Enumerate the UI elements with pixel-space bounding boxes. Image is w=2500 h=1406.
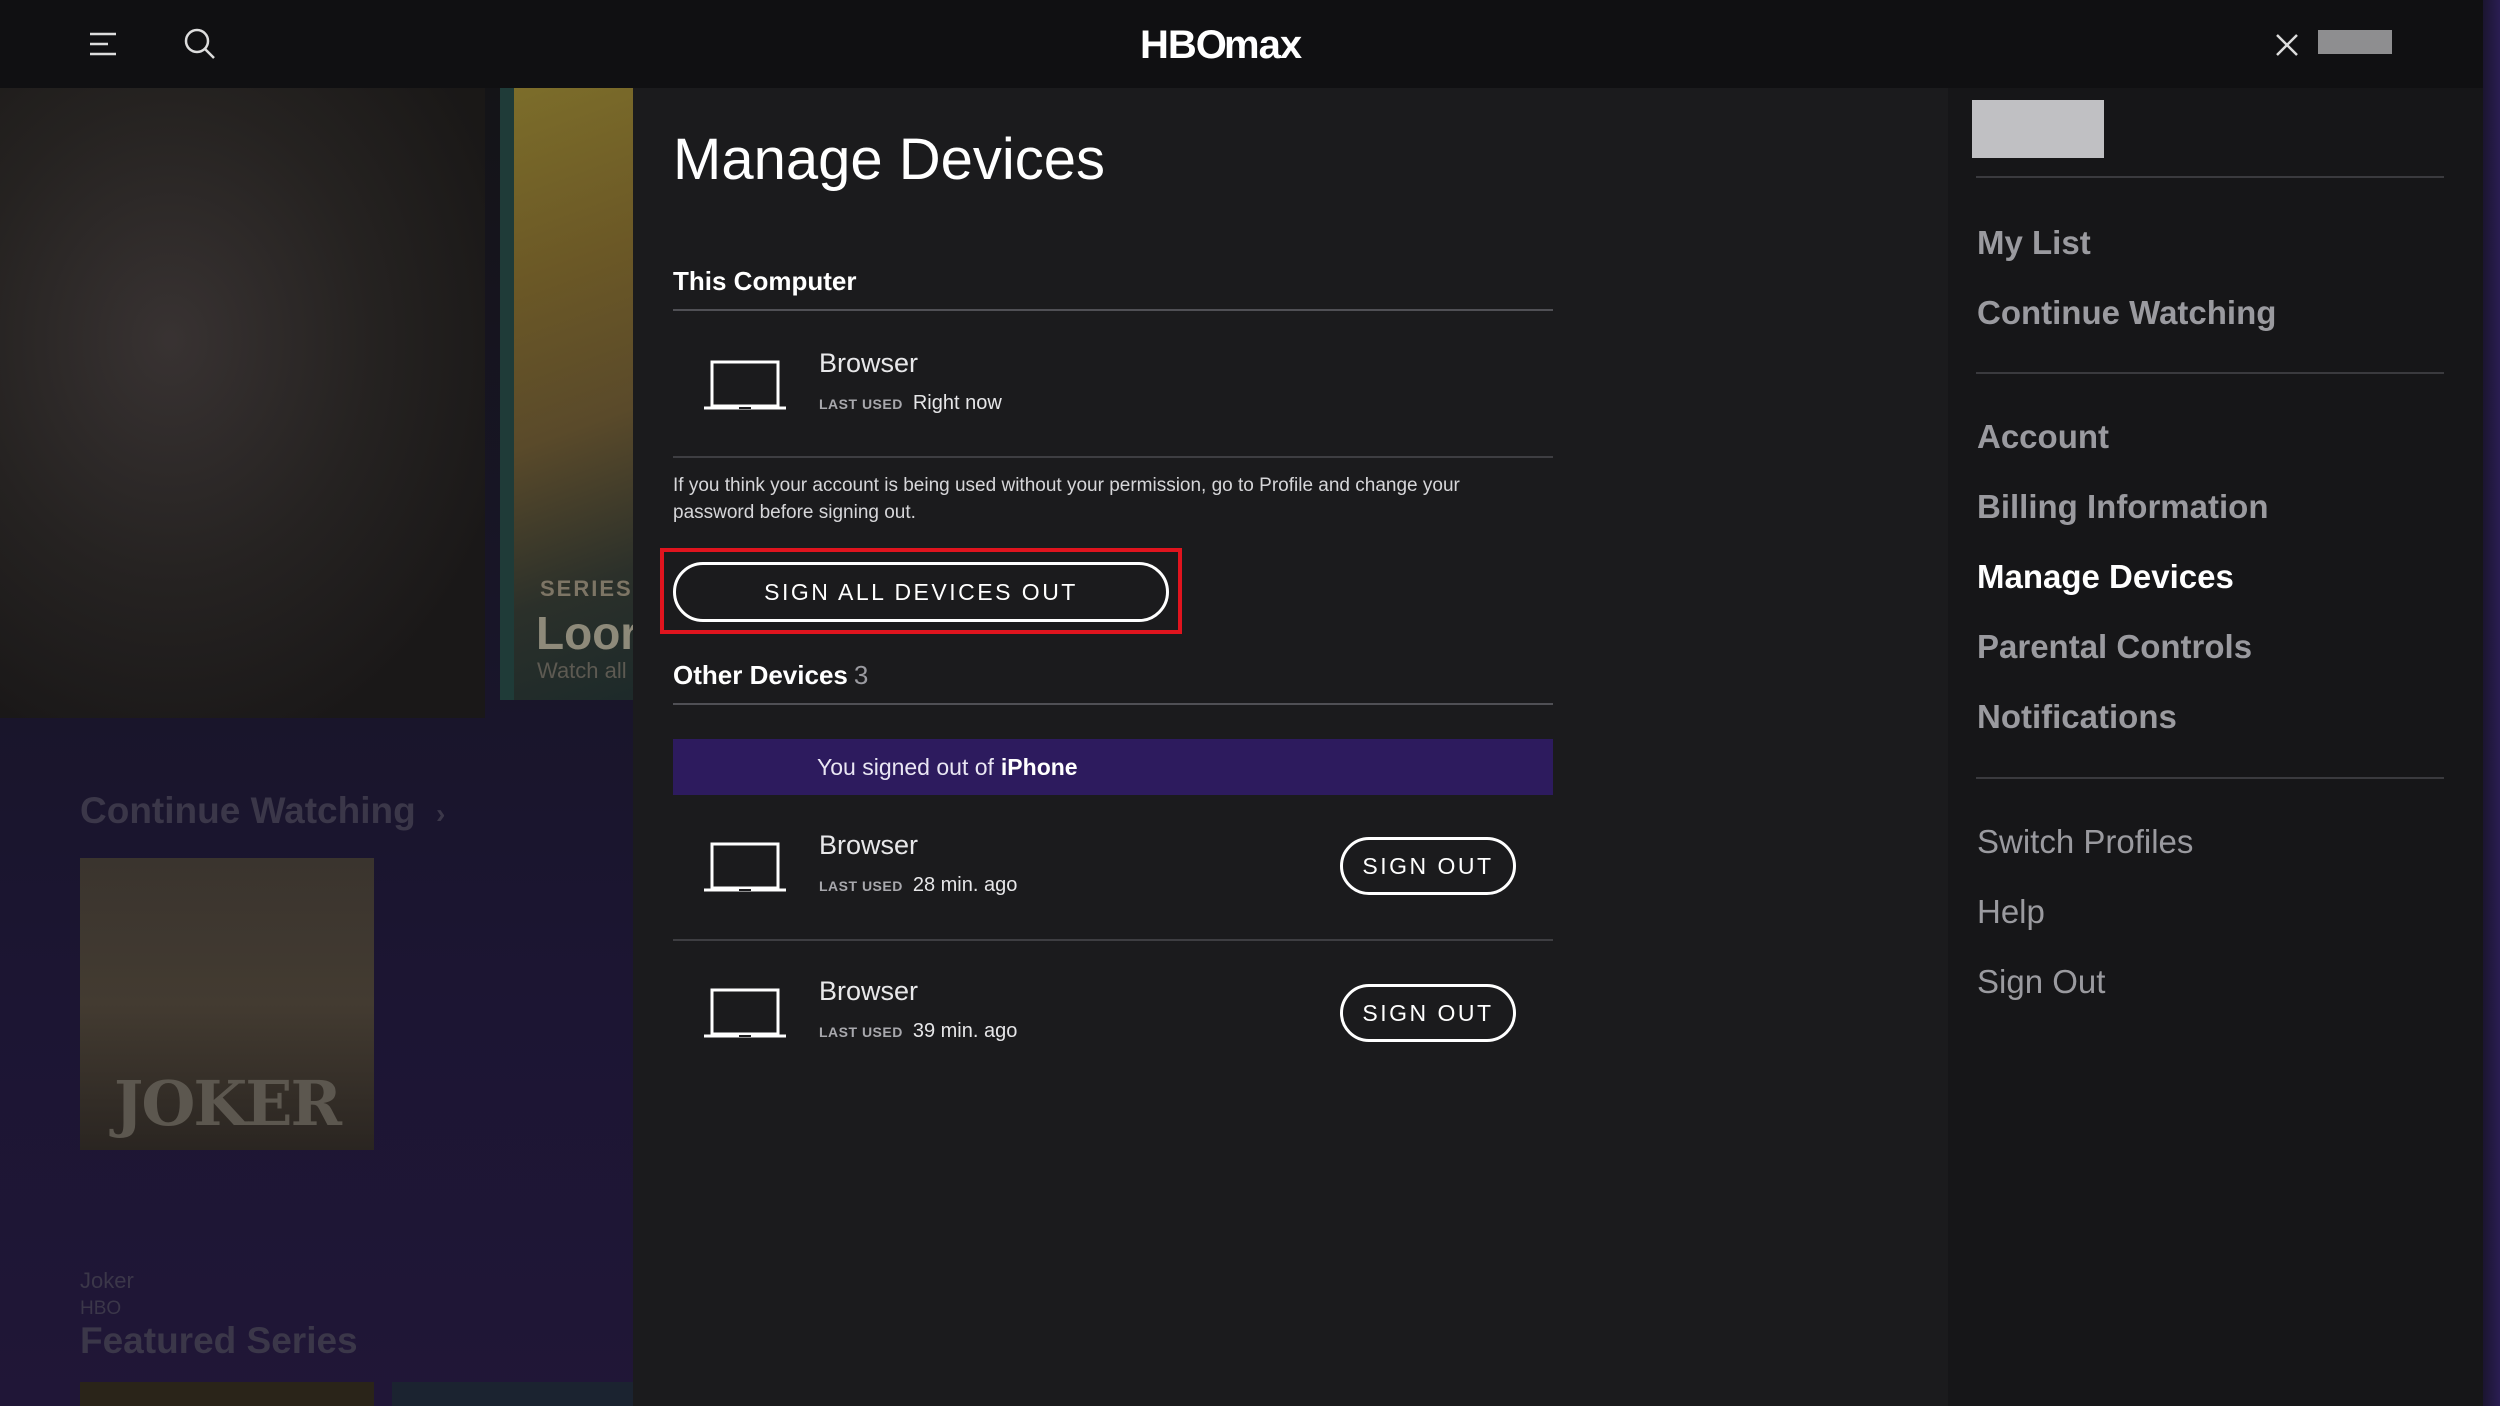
sidebar-item-billing-information[interactable]: Billing Information xyxy=(1977,488,2268,526)
notice-device: iPhone xyxy=(1000,753,1078,780)
sign-out-button[interactable]: SIGN OUT xyxy=(1340,837,1516,895)
hero-subtitle: Watch all xyxy=(537,658,627,683)
device-name: Browser xyxy=(819,830,919,860)
hero-title: Loor xyxy=(536,607,639,659)
divider xyxy=(673,703,1553,705)
sidebar-item-continue-watching[interactable]: Continue Watching xyxy=(1977,294,2276,332)
profile-avatar[interactable] xyxy=(2318,30,2392,54)
hbo-max-logo[interactable]: HBO max xyxy=(1140,20,1330,68)
last-used-label: LAST USED xyxy=(819,1024,903,1040)
device-last-used: LAST USED 28 min. ago xyxy=(819,874,1017,897)
device-count: 3 xyxy=(853,660,869,690)
sign-all-devices-out-button[interactable]: SIGN ALL DEVICES OUT xyxy=(673,562,1169,622)
signed-out-notice: You signed out of iPhone xyxy=(673,739,1553,795)
profile-name[interactable] xyxy=(1972,100,2104,158)
divider xyxy=(1976,176,2444,178)
home-background: SERIES Loor Watch all Continue Watching … xyxy=(0,88,640,1406)
account-sidebar: My List Continue Watching Account Billin… xyxy=(1948,88,2483,1406)
divider xyxy=(673,456,1553,458)
featured-tile[interactable] xyxy=(80,1382,374,1406)
tile-title: Joker xyxy=(80,1268,134,1293)
divider xyxy=(1976,372,2444,374)
divider xyxy=(1976,777,2444,779)
sidebar-item-switch-profiles[interactable]: Switch Profiles xyxy=(1977,823,2193,861)
laptop-icon xyxy=(704,842,786,892)
svg-text:HBO: HBO xyxy=(1140,23,1226,67)
device-last-used: LAST USED Right now xyxy=(819,392,1002,415)
poster-title: JOKER xyxy=(113,1067,342,1140)
hero-series-label: SERIES xyxy=(540,576,633,601)
joker-poster[interactable]: JOKER xyxy=(80,858,374,1150)
device-last-used: LAST USED 39 min. ago xyxy=(819,1020,1017,1043)
laptop-icon xyxy=(704,360,786,410)
current-device-row: Browser LAST USED Right now xyxy=(673,336,1553,446)
continue-watching-heading[interactable]: Continue Watching › xyxy=(80,790,445,832)
sidebar-item-account[interactable]: Account xyxy=(1977,418,2109,456)
menu-icon[interactable] xyxy=(84,26,122,62)
close-icon[interactable] xyxy=(2268,26,2306,64)
manage-devices-panel: Manage Devices This Computer Browser LAS… xyxy=(633,88,1948,1406)
laptop-icon xyxy=(704,988,786,1038)
this-computer-heading: This Computer xyxy=(673,266,857,296)
last-used-value: 28 min. ago xyxy=(912,874,1018,896)
last-used-value: 39 min. ago xyxy=(912,1020,1018,1042)
background-edge xyxy=(2483,0,2500,1406)
page-title: Manage Devices xyxy=(673,127,1105,192)
divider xyxy=(673,309,1553,311)
sidebar-item-notifications[interactable]: Notifications xyxy=(1977,698,2177,736)
featured-series-heading[interactable]: Featured Series xyxy=(80,1320,358,1362)
top-bar: HBO max xyxy=(0,0,2500,88)
device-name: Browser xyxy=(819,348,919,378)
device-name: Browser xyxy=(819,976,919,1006)
hero-image xyxy=(0,88,485,718)
chevron-right-icon: › xyxy=(435,798,446,829)
sidebar-item-my-list[interactable]: My List xyxy=(1977,224,2091,262)
tile-network: HBO xyxy=(80,1298,122,1319)
sidebar-item-sign-out[interactable]: Sign Out xyxy=(1977,963,2105,1001)
sidebar-item-help[interactable]: Help xyxy=(1977,893,2045,931)
last-used-value: Right now xyxy=(912,392,1002,414)
featured-tile[interactable] xyxy=(392,1382,640,1406)
last-used-label: LAST USED xyxy=(819,396,903,412)
other-devices-heading: Other Devices 3 xyxy=(673,660,869,690)
sidebar-item-parental-controls[interactable]: Parental Controls xyxy=(1977,628,2252,666)
sign-out-button[interactable]: SIGN OUT xyxy=(1340,984,1516,1042)
last-used-label: LAST USED xyxy=(819,878,903,894)
svg-text:max: max xyxy=(1224,23,1302,67)
search-icon[interactable] xyxy=(180,24,220,64)
divider xyxy=(673,939,1553,941)
security-warning: If you think your account is being used … xyxy=(673,475,1460,523)
sidebar-item-manage-devices[interactable]: Manage Devices xyxy=(1977,558,2234,596)
